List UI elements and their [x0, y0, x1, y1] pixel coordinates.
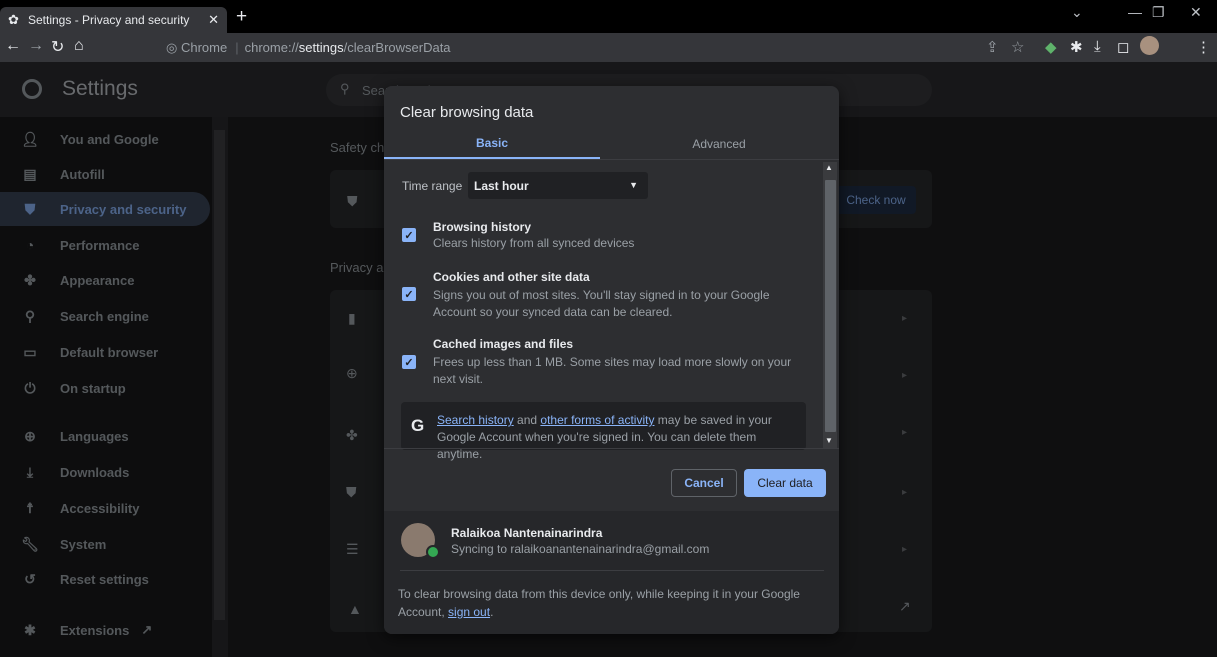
- cancel-button[interactable]: Cancel: [671, 469, 737, 497]
- account-name: Ralaikoa Nantenainarindra: [451, 526, 603, 540]
- side-panel-icon[interactable]: ◻: [1117, 38, 1129, 56]
- dialog-scroll-thumb[interactable]: [825, 180, 836, 432]
- bookmark-star-icon[interactable]: ☆: [1011, 38, 1024, 56]
- omnibox-separator: |: [235, 40, 239, 55]
- clear-browsing-data-dialog: Clear browsing data Basic Advanced ▲ ▼ T…: [384, 86, 839, 634]
- close-window-button[interactable]: ✕: [1190, 4, 1202, 21]
- cached-images-title: Cached images and files: [433, 337, 574, 351]
- sync-status: Syncing to ralaikoanantenainarindra@gmai…: [451, 542, 710, 556]
- dialog-divider: [384, 448, 839, 449]
- tab-advanced[interactable]: Advanced: [611, 129, 827, 159]
- puzzle-icon[interactable]: ✱: [1070, 38, 1083, 56]
- sync-badge-icon: [426, 545, 440, 559]
- browsing-history-title: Browsing history: [433, 220, 532, 234]
- restore-button[interactable]: ❐: [1152, 4, 1165, 21]
- dialog-title: Clear browsing data: [400, 104, 534, 121]
- browsing-history-desc: Clears history from all synced devices: [433, 236, 635, 250]
- minimize-button[interactable]: —: [1128, 4, 1142, 20]
- browser-tab[interactable]: ✿ Settings - Privacy and security ✕: [0, 7, 227, 33]
- scroll-down-icon[interactable]: ▼: [825, 436, 833, 445]
- menu-icon[interactable]: ⋮: [1196, 38, 1211, 56]
- clear-data-button[interactable]: Clear data: [744, 469, 826, 497]
- gear-icon: ✿: [8, 12, 19, 27]
- cookies-title: Cookies and other site data: [433, 270, 590, 284]
- tab-title: Settings - Privacy and security: [28, 13, 190, 27]
- forward-icon[interactable]: →: [28, 37, 44, 55]
- time-range-select[interactable]: Last hour ▼: [468, 172, 648, 199]
- new-tab-button[interactable]: +: [236, 6, 247, 28]
- google-g-icon: G: [411, 416, 425, 435]
- profile-avatar[interactable]: [1140, 36, 1159, 55]
- search-history-link[interactable]: Search history: [437, 413, 514, 427]
- browsing-history-checkbox[interactable]: ✓: [402, 228, 416, 242]
- scroll-up-icon[interactable]: ▲: [825, 163, 833, 172]
- extension-icon[interactable]: ◆: [1045, 38, 1057, 56]
- tab-basic[interactable]: Basic: [384, 129, 600, 159]
- cached-images-checkbox[interactable]: ✓: [402, 355, 416, 369]
- cookies-checkbox[interactable]: ✓: [402, 287, 416, 301]
- cookies-desc: Signs you out of most sites. You'll stay…: [433, 288, 770, 319]
- other-activity-link[interactable]: other forms of activity: [540, 413, 654, 427]
- address-bar[interactable]: ◎ Chrome | chrome://settings/clearBrowse…: [158, 36, 986, 59]
- google-activity-note: G Search history and other forms of acti…: [401, 402, 806, 461]
- share-icon[interactable]: ⇪: [986, 38, 999, 56]
- chevron-down-icon: ▼: [629, 180, 638, 190]
- url-text: chrome://settings/clearBrowserData: [244, 40, 451, 55]
- tab-search-icon[interactable]: ⌄: [1071, 4, 1083, 21]
- cached-images-desc: Frees up less than 1 MB. Some sites may …: [433, 355, 792, 386]
- back-icon[interactable]: ←: [5, 37, 21, 55]
- footer-note: To clear browsing data from this device …: [398, 587, 800, 619]
- title-bar: ✿ Settings - Privacy and security ✕ + ⌄ …: [0, 0, 1217, 33]
- home-icon[interactable]: ⌂: [74, 37, 84, 55]
- time-range-value: Last hour: [474, 178, 529, 193]
- footer-divider: [400, 570, 824, 571]
- reload-icon[interactable]: ↻: [51, 37, 64, 57]
- download-icon[interactable]: ⤓: [1094, 38, 1101, 55]
- time-range-label: Time range: [402, 179, 463, 193]
- google-note-text: Search history and other forms of activi…: [437, 413, 772, 461]
- close-tab-icon[interactable]: ✕: [208, 12, 219, 28]
- sign-out-link[interactable]: sign out: [448, 605, 490, 619]
- chrome-chip: ◎ Chrome: [166, 39, 228, 55]
